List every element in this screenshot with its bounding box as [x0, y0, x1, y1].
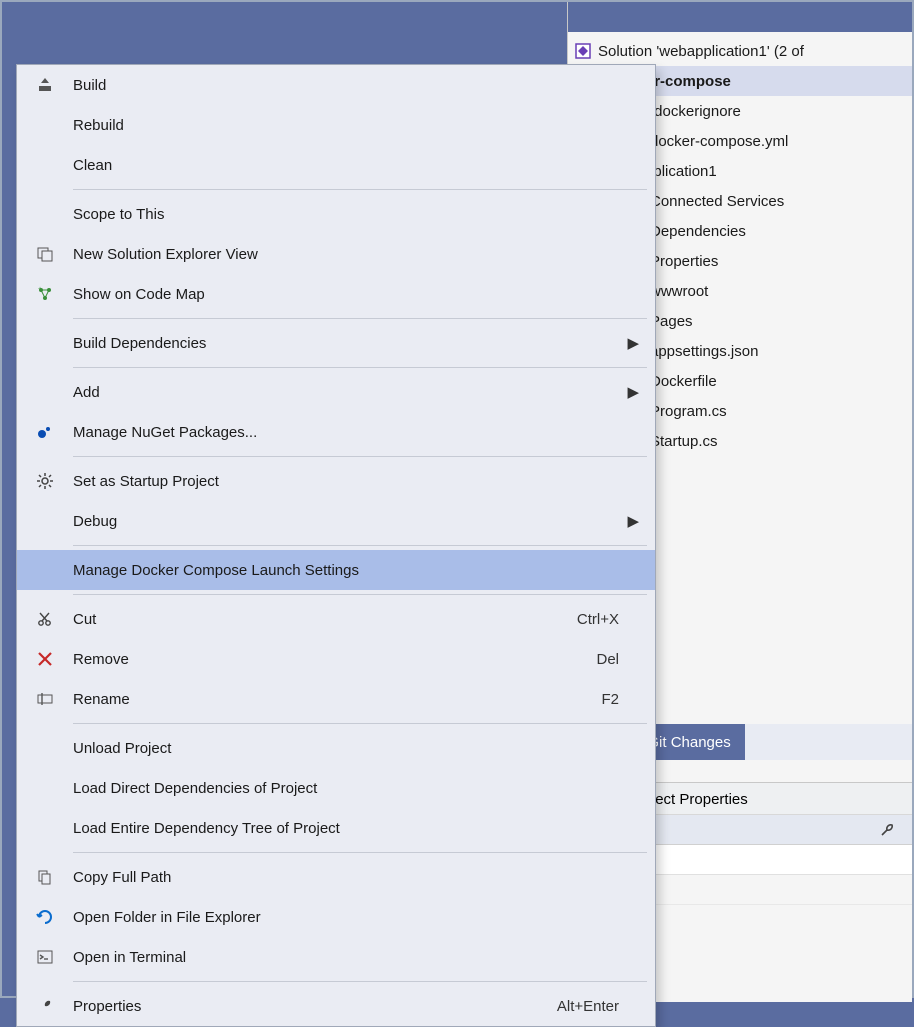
menu-item-label: Unload Project — [73, 740, 619, 757]
menu-item-shortcut: Del — [584, 651, 619, 668]
menu-item[interactable]: Add▶ — [17, 372, 655, 412]
menu-item-label: Rebuild — [73, 117, 619, 134]
menu-item[interactable]: CutCtrl+X — [17, 599, 655, 639]
menu-item-label: Remove — [73, 651, 584, 668]
menu-item-shortcut: F2 — [589, 691, 619, 708]
codemap-icon: + — [17, 285, 73, 303]
menu-item-label: Debug — [73, 513, 619, 530]
tree-item-label: Startup.cs — [650, 433, 718, 450]
rename-icon — [17, 690, 73, 708]
menu-item-label: New Solution Explorer View — [73, 246, 619, 263]
panel-titlebar — [568, 2, 912, 32]
menu-item-label: Load Direct Dependencies of Project — [73, 780, 619, 797]
vs-solution-icon — [574, 42, 592, 60]
submenu-arrow-icon: ▶ — [619, 512, 639, 530]
tree-item-label: .dockerignore — [650, 103, 741, 120]
tree-item-label: Dependencies — [650, 223, 746, 240]
tree-item-label: Program.cs — [650, 403, 727, 420]
submenu-arrow-icon: ▶ — [619, 334, 639, 352]
terminal-icon — [17, 948, 73, 966]
menu-item-label: Add — [73, 384, 619, 401]
menu-item[interactable]: New Solution Explorer View — [17, 234, 655, 274]
copy-icon — [17, 868, 73, 886]
menu-item[interactable]: RenameF2 — [17, 679, 655, 719]
menu-item[interactable]: Manage NuGet Packages... — [17, 412, 655, 452]
menu-item-shortcut: Ctrl+X — [565, 611, 619, 628]
menu-item[interactable]: Rebuild — [17, 105, 655, 145]
menu-item[interactable]: Scope to This — [17, 194, 655, 234]
menu-item[interactable]: Set as Startup Project — [17, 461, 655, 501]
wrench-icon[interactable] — [878, 821, 896, 839]
menu-item[interactable]: Load Entire Dependency Tree of Project — [17, 808, 655, 848]
menu-item[interactable]: Clean — [17, 145, 655, 185]
menu-separator — [73, 981, 647, 982]
remove-icon — [17, 650, 73, 668]
menu-item[interactable]: Unload Project — [17, 728, 655, 768]
new-view-icon — [17, 245, 73, 263]
menu-item[interactable]: Build — [17, 65, 655, 105]
menu-item[interactable]: Debug▶ — [17, 501, 655, 541]
menu-item[interactable]: RemoveDel — [17, 639, 655, 679]
wrench-icon — [17, 997, 73, 1015]
menu-separator — [73, 456, 647, 457]
tree-item-label: docker-compose.yml — [650, 133, 788, 150]
menu-separator — [73, 318, 647, 319]
menu-separator — [73, 545, 647, 546]
solution-root[interactable]: Solution 'webapplication1' (2 of — [568, 36, 912, 66]
menu-item-label: Open in Terminal — [73, 949, 619, 966]
submenu-arrow-icon: ▶ — [619, 383, 639, 401]
context-menu: Build Rebuild Clean Scope to This New Soluti… — [16, 64, 656, 1027]
menu-item-label: Manage Docker Compose Launch Settings — [73, 562, 619, 579]
menu-item-label: Open Folder in File Explorer — [73, 909, 619, 926]
tree-item-label: appsettings.json — [650, 343, 758, 360]
menu-item[interactable]: Manage Docker Compose Launch Settings — [17, 550, 655, 590]
menu-item-label: Copy Full Path — [73, 869, 619, 886]
menu-item-shortcut: Alt+Enter — [545, 998, 619, 1015]
menu-item[interactable]: Build Dependencies▶ — [17, 323, 655, 363]
menu-item-label: Build — [73, 77, 619, 94]
menu-item[interactable]: Copy Full Path — [17, 857, 655, 897]
tree-item-label: Dockerfile — [650, 373, 717, 390]
cut-icon — [17, 610, 73, 628]
nuget-icon — [17, 423, 73, 441]
menu-separator — [73, 367, 647, 368]
menu-item-label: Load Entire Dependency Tree of Project — [73, 820, 619, 837]
svg-text:+: + — [38, 286, 42, 293]
tree-item-label: Pages — [650, 313, 693, 330]
tree-item-label: Connected Services — [650, 193, 784, 210]
menu-item[interactable]: Open Folder in File Explorer — [17, 897, 655, 937]
menu-item[interactable]: Load Direct Dependencies of Project — [17, 768, 655, 808]
build-icon — [17, 76, 73, 94]
menu-separator — [73, 594, 647, 595]
menu-item[interactable]: + Show on Code Map — [17, 274, 655, 314]
menu-item-label: Show on Code Map — [73, 286, 619, 303]
menu-item-label: Clean — [73, 157, 619, 174]
menu-item-label: Set as Startup Project — [73, 473, 619, 490]
menu-item-label: Build Dependencies — [73, 335, 619, 352]
open-folder-icon — [17, 908, 73, 926]
tree-item-label: Properties — [650, 253, 718, 270]
menu-item-label: Rename — [73, 691, 589, 708]
menu-item[interactable]: Open in Terminal — [17, 937, 655, 977]
tree-item-label: wwwroot — [650, 283, 708, 300]
solution-root-label: Solution 'webapplication1' (2 of — [598, 43, 804, 60]
menu-item-label: Manage NuGet Packages... — [73, 424, 619, 441]
gear-icon — [17, 472, 73, 490]
menu-separator — [73, 189, 647, 190]
menu-item-label: Scope to This — [73, 206, 619, 223]
menu-item[interactable]: PropertiesAlt+Enter — [17, 986, 655, 1026]
menu-item-label: Cut — [73, 611, 565, 628]
menu-item-label: Properties — [73, 998, 545, 1015]
menu-separator — [73, 723, 647, 724]
menu-separator — [73, 852, 647, 853]
